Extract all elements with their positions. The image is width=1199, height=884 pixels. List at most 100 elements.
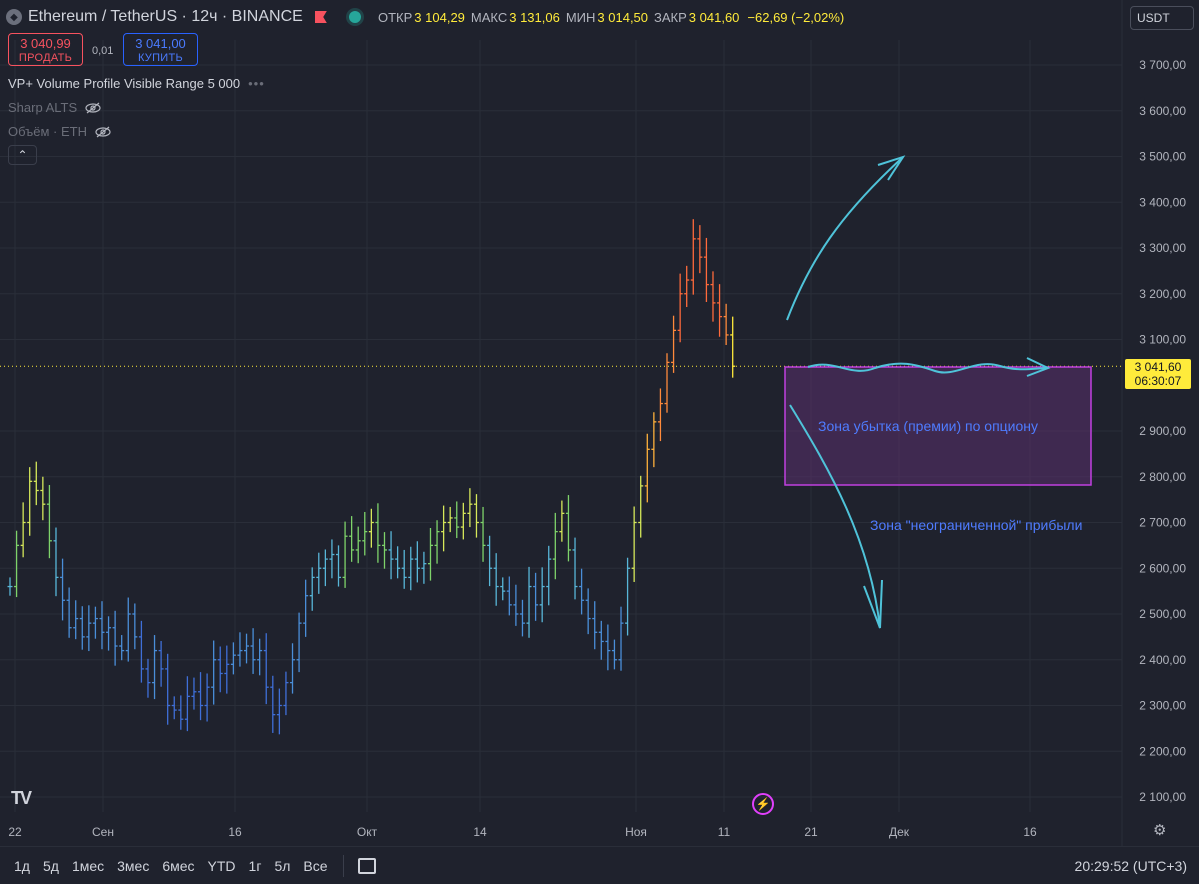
ohlc-bar (171, 696, 177, 720)
ohlc-bar (579, 568, 585, 615)
ohlc-bar (657, 388, 663, 442)
indicator-sharp-alts[interactable]: Sharp ALTS (8, 100, 101, 115)
collapse-legend-button[interactable]: ⌃ (8, 145, 37, 165)
ohlc-bar (467, 488, 473, 528)
sell-price: 3 040,99 (20, 36, 71, 51)
ohlc-bar (414, 541, 420, 583)
y-tick-label: 3 600,00 (1139, 104, 1186, 118)
y-tick-label: 2 900,00 (1139, 424, 1186, 438)
y-tick-label: 2 400,00 (1139, 653, 1186, 667)
ohlc-bar (276, 688, 282, 735)
ohlc-bar (381, 532, 387, 569)
sell-button[interactable]: 3 040,99 ПРОДАТЬ (8, 33, 83, 66)
ohlc-bar (500, 577, 506, 601)
ohlc-bar (618, 606, 624, 671)
ohlc-bar (270, 675, 276, 733)
clock[interactable]: 20:29:52 (UTC+3) (1075, 858, 1187, 874)
ohlc-bar (198, 672, 204, 721)
ohlc-bar (303, 579, 309, 637)
symbol-title[interactable]: Ethereum / TetherUS · 12ч · BINANCE (28, 8, 303, 26)
x-tick-label: 16 (228, 825, 242, 839)
ohlc-bar (480, 506, 486, 562)
range-5y[interactable]: 5л (274, 858, 290, 874)
x-tick-label: 11 (718, 825, 731, 839)
ohlc-bar (355, 526, 361, 564)
ohlc-bar (368, 508, 374, 548)
indicator-sharp-alts-label: Sharp ALTS (8, 100, 78, 115)
ohlc-bar (611, 639, 617, 670)
y-tick-label: 3 300,00 (1139, 241, 1186, 255)
lightning-icon[interactable]: ⚡ (752, 793, 774, 815)
range-5d[interactable]: 5д (43, 858, 59, 874)
ohlc-bar (99, 601, 105, 650)
ohlc-bar (697, 225, 703, 274)
eye-hidden-icon[interactable] (95, 126, 111, 138)
ohlc-bar (237, 632, 243, 667)
more-dots-icon[interactable]: ••• (248, 76, 265, 91)
bar-countdown: 06:30:07 (1134, 374, 1182, 388)
x-axis: 22 Сен 16 Окт 14 Ноя 11 21 Дек 16 (8, 825, 1037, 839)
range-6m[interactable]: 6мес (162, 858, 194, 874)
ohlc-bar (625, 557, 631, 636)
ohlc-bar (158, 640, 164, 687)
toolbar-divider (342, 854, 344, 877)
x-tick-label: 16 (1023, 825, 1037, 839)
x-tick-label: 22 (8, 825, 22, 839)
range-3m[interactable]: 3мес (117, 858, 149, 874)
x-tick-label: 14 (473, 825, 487, 839)
ohlc-bar (145, 658, 151, 698)
y-tick-label: 2 600,00 (1139, 561, 1186, 575)
ohlc-bar (250, 628, 256, 674)
currency-select[interactable]: USDT (1130, 6, 1194, 30)
ohlc-bar (493, 553, 499, 606)
eye-hidden-icon[interactable] (85, 102, 101, 114)
ohlc-bar (454, 501, 460, 539)
last-price-value: 3 041,60 (1134, 360, 1182, 374)
range-1y[interactable]: 1г (249, 858, 262, 874)
y-tick-label: 2 700,00 (1139, 516, 1186, 530)
tradingview-logo[interactable]: TV (11, 788, 32, 809)
ohlc-bar (342, 521, 348, 588)
y-tick-label: 3 700,00 (1139, 58, 1186, 72)
ohlc-bar (375, 503, 381, 563)
ohlc-bar (513, 584, 519, 626)
up-arrow[interactable] (786, 156, 904, 321)
flag-icon[interactable] (314, 11, 327, 23)
ohlc-high-value: 3 131,06 (509, 10, 560, 25)
ohlc-bar (605, 624, 611, 671)
ohlc-bar (138, 620, 144, 683)
range-1d[interactable]: 1д (14, 858, 30, 874)
indicator-volume-label: Объём · ETH (8, 124, 87, 139)
indicator-vp[interactable]: VP+ Volume Profile Visible Range 5 000 •… (8, 76, 265, 91)
indicator-vp-label: VP+ Volume Profile Visible Range 5 000 (8, 76, 241, 91)
ohlc-bar (244, 633, 250, 664)
range-ytd[interactable]: YTD (208, 858, 236, 874)
ohlc-bar (717, 284, 723, 337)
gear-icon[interactable]: ⚙ (1153, 823, 1169, 839)
buy-button[interactable]: 3 041,00 КУПИТЬ (123, 33, 198, 66)
ohlc-bar (211, 640, 217, 705)
range-1m[interactable]: 1мес (72, 858, 104, 874)
ohlc-bar (690, 219, 696, 295)
loss-zone-label: Зона убытка (премии) по опциону (818, 418, 1039, 434)
ohlc-bar (224, 645, 230, 694)
ohlc-bar (132, 603, 138, 650)
y-tick-label: 3 400,00 (1139, 195, 1186, 209)
ohlc-high-label: МАКС (470, 10, 508, 25)
ohlc-bar (184, 676, 190, 732)
ohlc-bar (92, 606, 98, 639)
ohlc-bar (316, 552, 322, 594)
ohlc-bar (27, 467, 33, 536)
calendar-icon[interactable] (357, 857, 376, 874)
ohlc-bar (592, 601, 598, 650)
x-tick-label: Сен (92, 825, 114, 839)
ohlc-bar (644, 433, 650, 503)
ohlc-open-value: 3 104,29 (414, 10, 465, 25)
price-chart[interactable]: 3 700,00 3 600,00 3 500,00 3 400,00 3 300,00… (0, 0, 1199, 884)
ohlc-bar (401, 549, 407, 589)
ethereum-icon: ◆ (6, 9, 22, 25)
y-tick-label: 2 200,00 (1139, 744, 1186, 758)
ohlc-bar (677, 273, 683, 343)
indicator-volume[interactable]: Объём · ETH (8, 124, 111, 139)
range-all[interactable]: Все (303, 858, 327, 874)
